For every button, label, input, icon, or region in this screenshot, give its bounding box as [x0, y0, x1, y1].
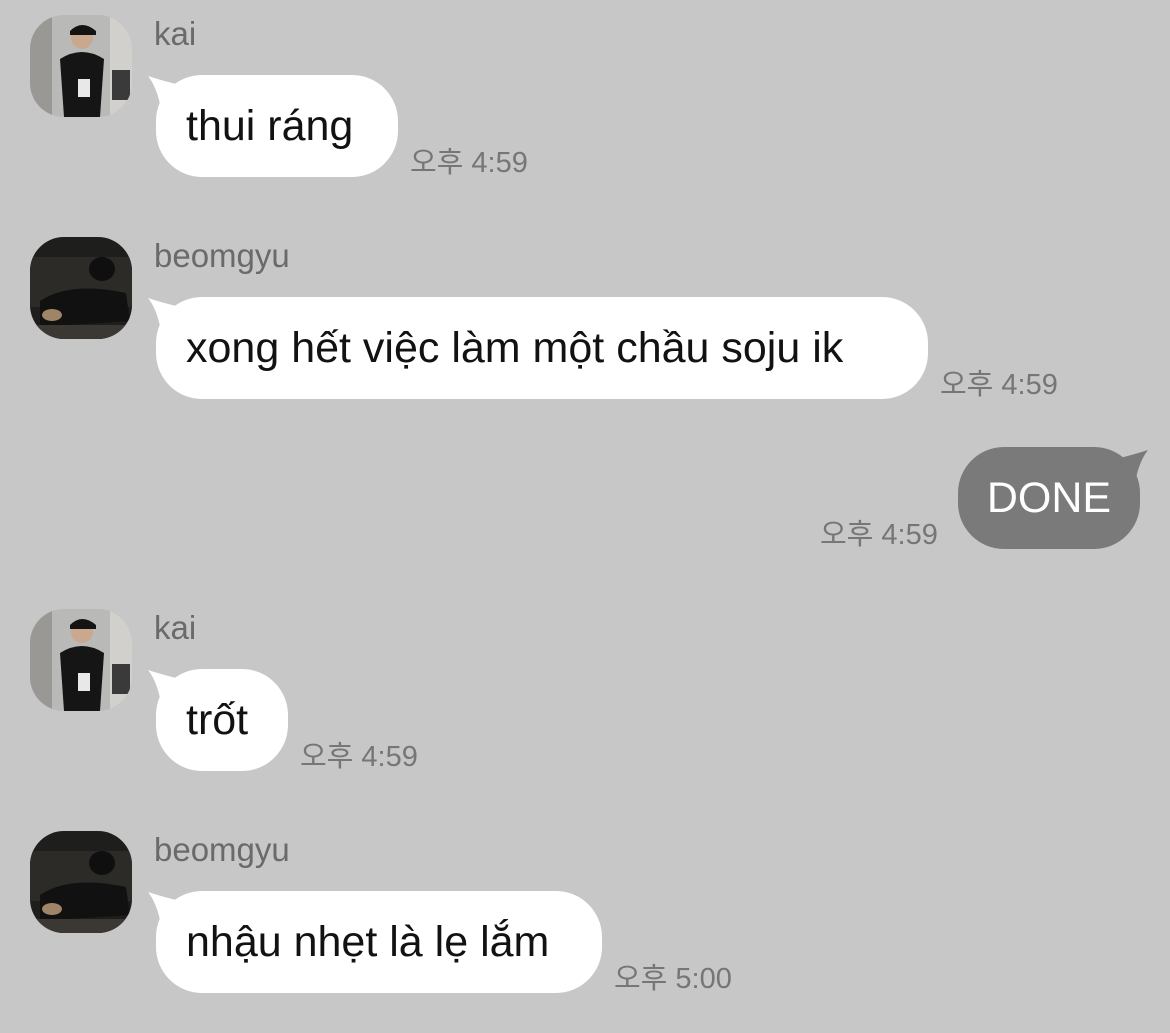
avatar-kai[interactable]	[30, 609, 132, 711]
message-bubble[interactable]: trốt	[156, 669, 288, 771]
message-bubble[interactable]: xong hết việc làm một chầu soju ik	[156, 297, 928, 399]
message-timestamp: 오후 4:59	[300, 741, 418, 773]
avatar-beomgyu[interactable]	[30, 831, 132, 933]
message-timestamp: 오후 4:59	[410, 147, 528, 179]
message-timestamp: 오후 4:59	[940, 369, 1058, 401]
message-timestamp: 오후 5:00	[614, 963, 732, 995]
chat-conversation: kai thui ráng 오후 4:59 beomgyu xong hết v…	[0, 0, 1170, 1033]
beomgyu-avatar-image	[30, 831, 132, 933]
avatar-beomgyu[interactable]	[30, 237, 132, 339]
message-bubble[interactable]: nhậu nhẹt là lẹ lắm	[156, 891, 602, 993]
beomgyu-avatar-image	[30, 237, 132, 339]
sender-name: beomgyu	[154, 831, 290, 868]
avatar-kai[interactable]	[30, 15, 132, 117]
message-bubble[interactable]: DONE	[958, 447, 1140, 549]
kai-avatar-image	[30, 15, 132, 117]
message-timestamp: 오후 4:59	[820, 519, 938, 551]
sender-name: kai	[154, 15, 197, 52]
sender-name: kai	[154, 609, 197, 646]
kai-avatar-image	[30, 609, 132, 711]
message-bubble[interactable]: thui ráng	[156, 75, 398, 177]
sender-name: beomgyu	[154, 237, 290, 274]
